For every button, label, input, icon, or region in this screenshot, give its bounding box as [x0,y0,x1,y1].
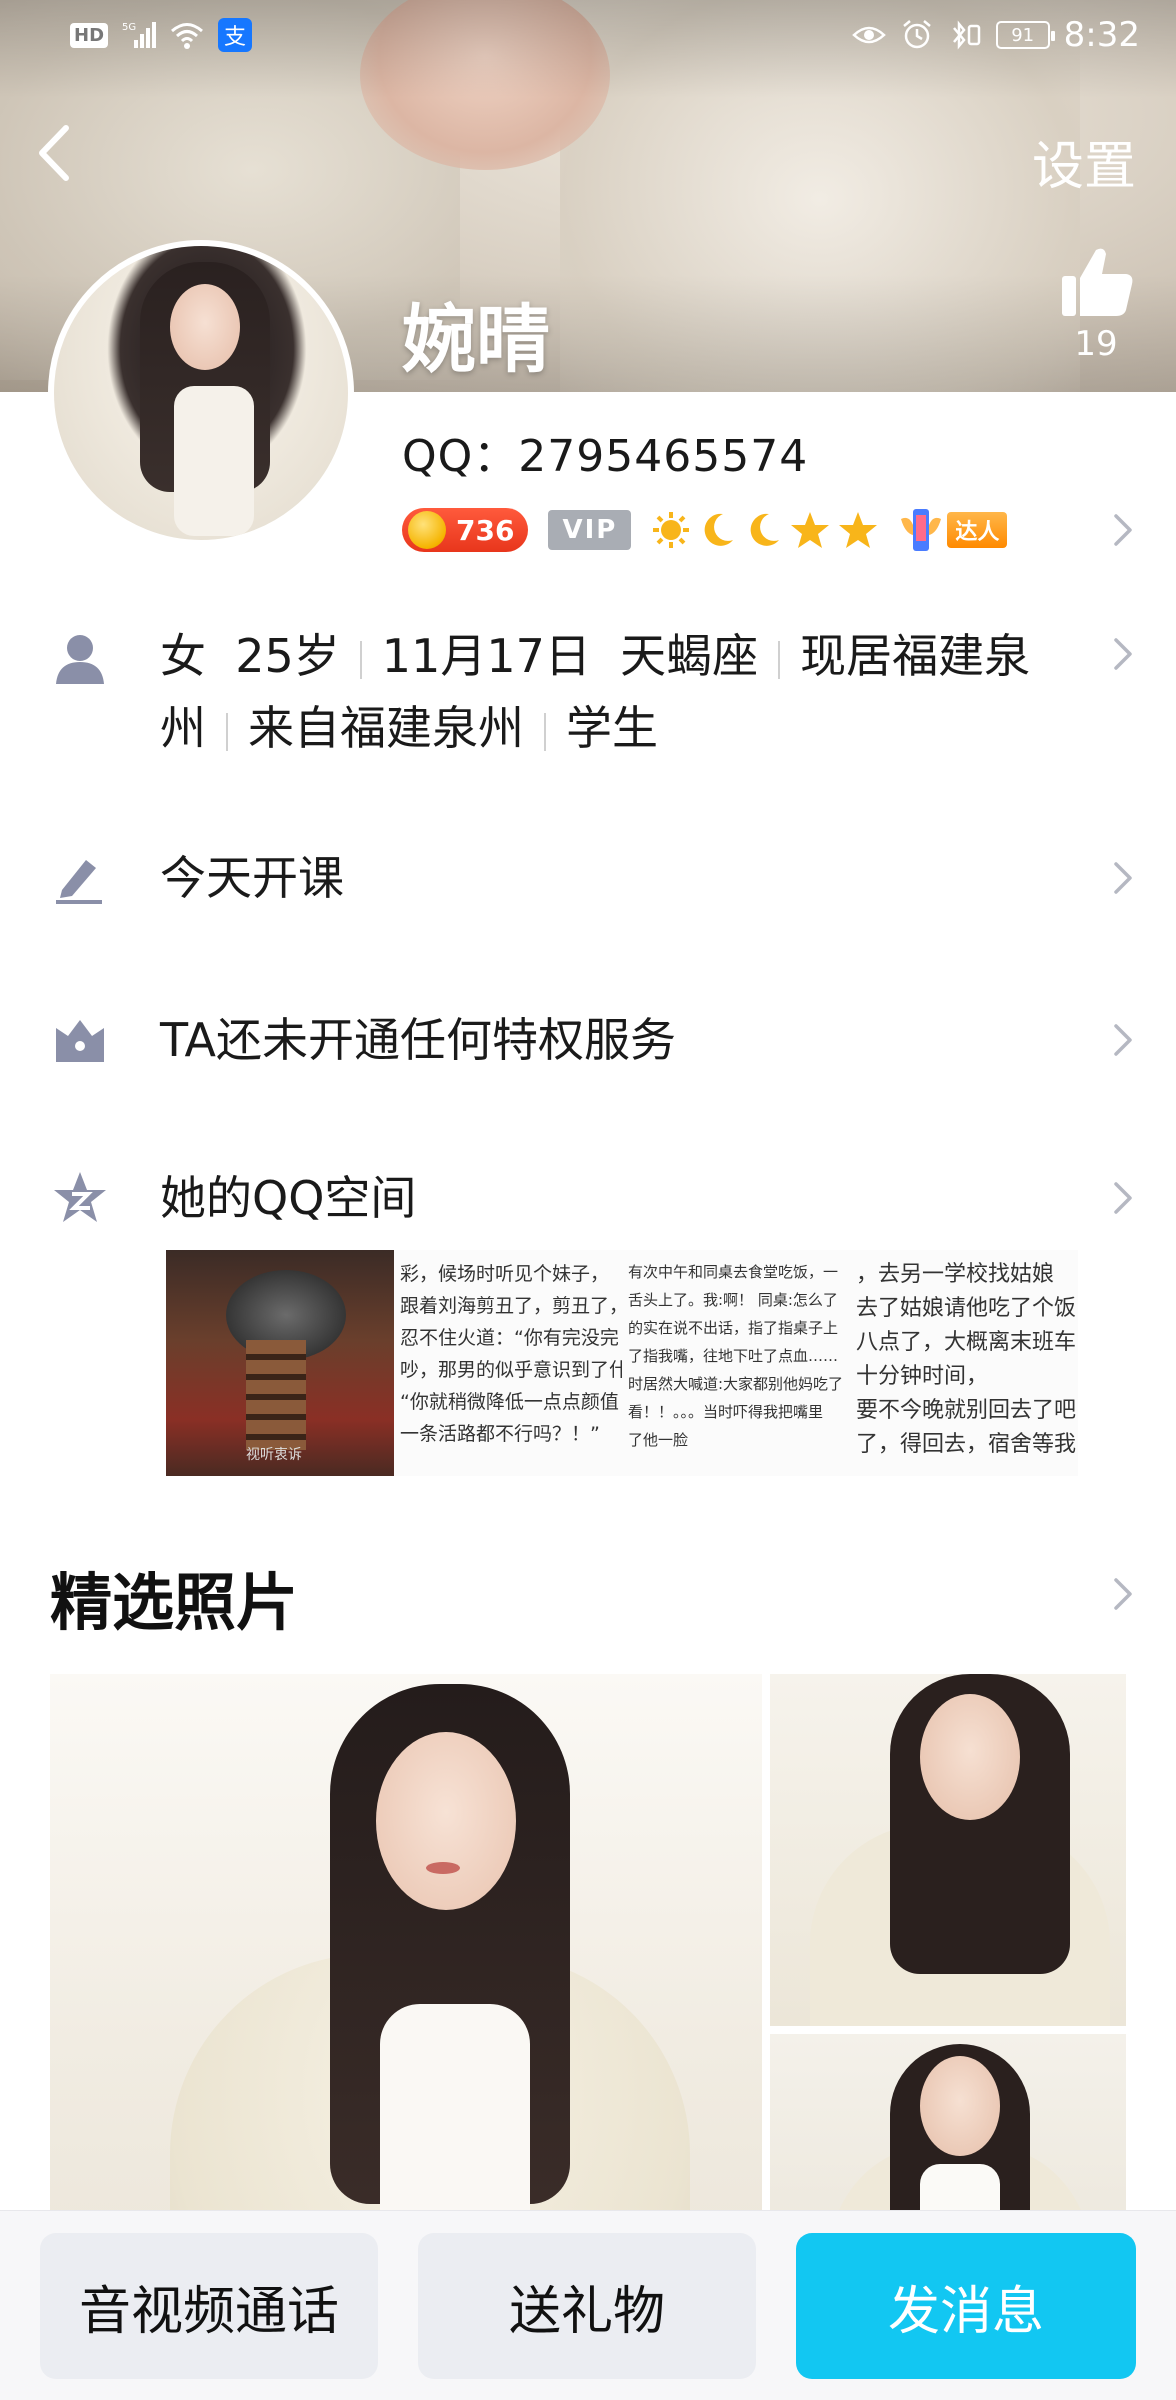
coin-value: 736 [456,513,515,547]
occupation: 学生 [566,701,658,755]
status-bar: HD 5G 支 91 8:32 [0,0,1176,70]
sun-icon [653,512,690,548]
send-message-button[interactable]: 发消息 [796,2233,1136,2379]
svg-text:5G: 5G [122,22,136,33]
signature-text: 今天开课 [160,851,344,905]
chevron-right-icon [1114,1182,1132,1214]
basic-info-text: 女 25岁 11月17日 天蝎座 现居福建泉 州来自福建泉州 学生 [160,620,1060,764]
wifi-icon [170,20,204,50]
thumb-text-line: 去了姑娘请他吃了个饭 [856,1296,1077,1321]
bluetooth-vibrate-icon [948,20,982,50]
thumb-text-line: 了他一脸 [628,1431,689,1449]
chevron-right-icon [1114,862,1132,894]
daren-label: 达人 [947,512,1008,548]
back-button[interactable] [30,118,80,188]
thumb-text-line: “你就稍微降低一点点颜值 [400,1391,619,1413]
profile-nickname: 婉晴 [402,297,550,383]
thumb-text-line: 吵，那男的似乎意识到了什 [400,1359,622,1381]
av-call-button[interactable]: 音视频通话 [40,2233,378,2379]
profile-page: HD 5G 支 91 8:32 设置 婉晴 19 QQ：2795465574 7… [0,0,1176,2400]
chevron-right-icon [1114,638,1132,670]
person-icon [56,635,104,684]
settings-button[interactable]: 设置 [1032,124,1136,199]
thumb-text-line: 看！！。。。当时吓得我把嘴里 [628,1403,824,1421]
battery-indicator: 91 [995,21,1055,49]
eye-icon [851,20,886,50]
crown-icon [56,1020,104,1062]
thumb-text-line: 忍不住火道：“你有完没完 [400,1327,619,1349]
alarm-icon [900,20,934,50]
qzone-thumb-4[interactable]: ，去另一学校找姑娘 去了姑娘请他吃了个饭 八点了，大概离末班车 十分钟时间， 要… [850,1250,1078,1476]
chevron-right-icon[interactable] [1110,510,1136,550]
qzone-thumbnails[interactable]: 视听衷诉 彩，候场时听见个妹子， 跟着刘海剪丑了，剪丑了， 忍不住火道：“你有完… [166,1250,1078,1476]
star-icon [791,512,830,548]
basic-info-line-1: 女 25岁 11月17日 天蝎座 现居福建泉 [160,620,1060,692]
thumb-text-line: 跟着刘海剪丑了，剪丑了， [400,1295,622,1317]
status-time: 8:32 [1063,15,1140,55]
qq-label: QQ： [402,431,519,482]
thumb-text-line: ，去另一学校找姑娘 [856,1262,1055,1287]
thumb-text-line: 时居然大喊道:大家都别他妈吃了 [628,1375,844,1393]
thumbs-up-icon [1062,248,1133,316]
age: 25岁 [235,629,340,683]
status-right: 91 8:32 [851,15,1140,55]
hometown: 来自福建泉州 [248,701,524,755]
vip-badge: VIP [548,510,632,550]
like-count: 19 [1074,324,1118,364]
thumb-text-line: 彩，候场时听见个妹子， [400,1263,610,1285]
send-gift-button[interactable]: 送礼物 [418,2233,756,2379]
featured-photos-title[interactable]: 精选照片 [50,1552,298,1642]
thumb-text-line: 了，得回去，宿舍等我 [856,1432,1077,1457]
pencil-icon [56,860,102,904]
chevron-right-icon[interactable] [1110,1574,1136,1614]
thumb-text-line: 十分钟时间， [856,1364,989,1389]
privilege-text: TA还未开通任何特权服务 [160,1013,676,1067]
qq-level-icons [651,510,879,550]
thumb-text-line: 了指我嘴，往地下吐了点血…… [628,1347,839,1365]
thumb-text-line: 舌头上了。我:啊！ 同桌:怎么了 [628,1291,838,1309]
qq-number: 2795465574 [518,431,809,482]
qzone-label: 她的QQ空间 [160,1171,417,1225]
current-location: 现居福建泉 [800,629,1031,683]
privilege-row[interactable]: TA还未开通任何特权服务 [0,1004,1176,1076]
zodiac: 天蝎座 [620,629,759,683]
thumb-text-line: 有次中午和同桌去食堂吃饭，一 [628,1263,839,1281]
featured-photo-2[interactable] [770,1674,1126,2026]
chevron-right-icon [1114,1024,1132,1056]
avatar[interactable] [48,240,354,546]
action-bar: 音视频通话 送礼物 发消息 [0,2210,1176,2400]
star-icon [839,512,878,548]
gender: 女 [160,629,206,683]
current-location-cont: 州 [160,701,206,755]
moon-icon [750,513,780,546]
alipay-notification-icon: 支 [218,18,253,52]
daren-badge: 达人 [899,505,1008,555]
badge-row[interactable]: 736 VIP 达人 [402,500,1008,560]
thumb-text-line: 八点了，大概离末班车 [856,1330,1077,1355]
qzone-thumb-3[interactable]: 有次中午和同桌去食堂吃饭，一 舌头上了。我:啊！ 同桌:怎么了 的实在说不出话，… [622,1250,850,1476]
like-button[interactable]: 19 [1050,244,1142,364]
basic-info-row[interactable]: 女 25岁 11月17日 天蝎座 现居福建泉 州来自福建泉州 学生 [0,620,1176,770]
coin-icon [408,511,446,549]
basic-info-line-2: 州来自福建泉州 学生 [160,692,1060,764]
birthday: 11月17日 [381,629,591,683]
qq-number-line: QQ：2795465574 [402,420,808,484]
winged-phone-icon [901,509,942,551]
moon-icon [704,513,734,546]
qzone-thumb-2[interactable]: 彩，候场时听见个妹子， 跟着刘海剪丑了，剪丑了， 忍不住火道：“你有完没完 吵，… [394,1250,622,1476]
signature-row[interactable]: 今天开课 [0,842,1176,914]
thumb-text-line: 一条活路都不行吗？！” [400,1423,600,1445]
qzone-thumb-1[interactable]: 视听衷诉 [166,1250,394,1476]
thumb-text-line: 要不今晚就别回去了吧 [856,1398,1077,1423]
hd-indicator: HD [70,22,109,48]
coin-badge: 736 [402,508,529,552]
thumb-text-line: 的实在说不出话，指了指桌子上 [628,1319,839,1337]
qzone-row[interactable]: 她的QQ空间 [0,1162,1176,1234]
signal-icon: 5G [122,20,157,50]
thumb-caption: 视听衷诉 [246,1447,302,1463]
status-left: HD 5G 支 [70,18,253,52]
qzone-star-icon [54,1172,106,1222]
chevron-left-icon [39,125,69,181]
